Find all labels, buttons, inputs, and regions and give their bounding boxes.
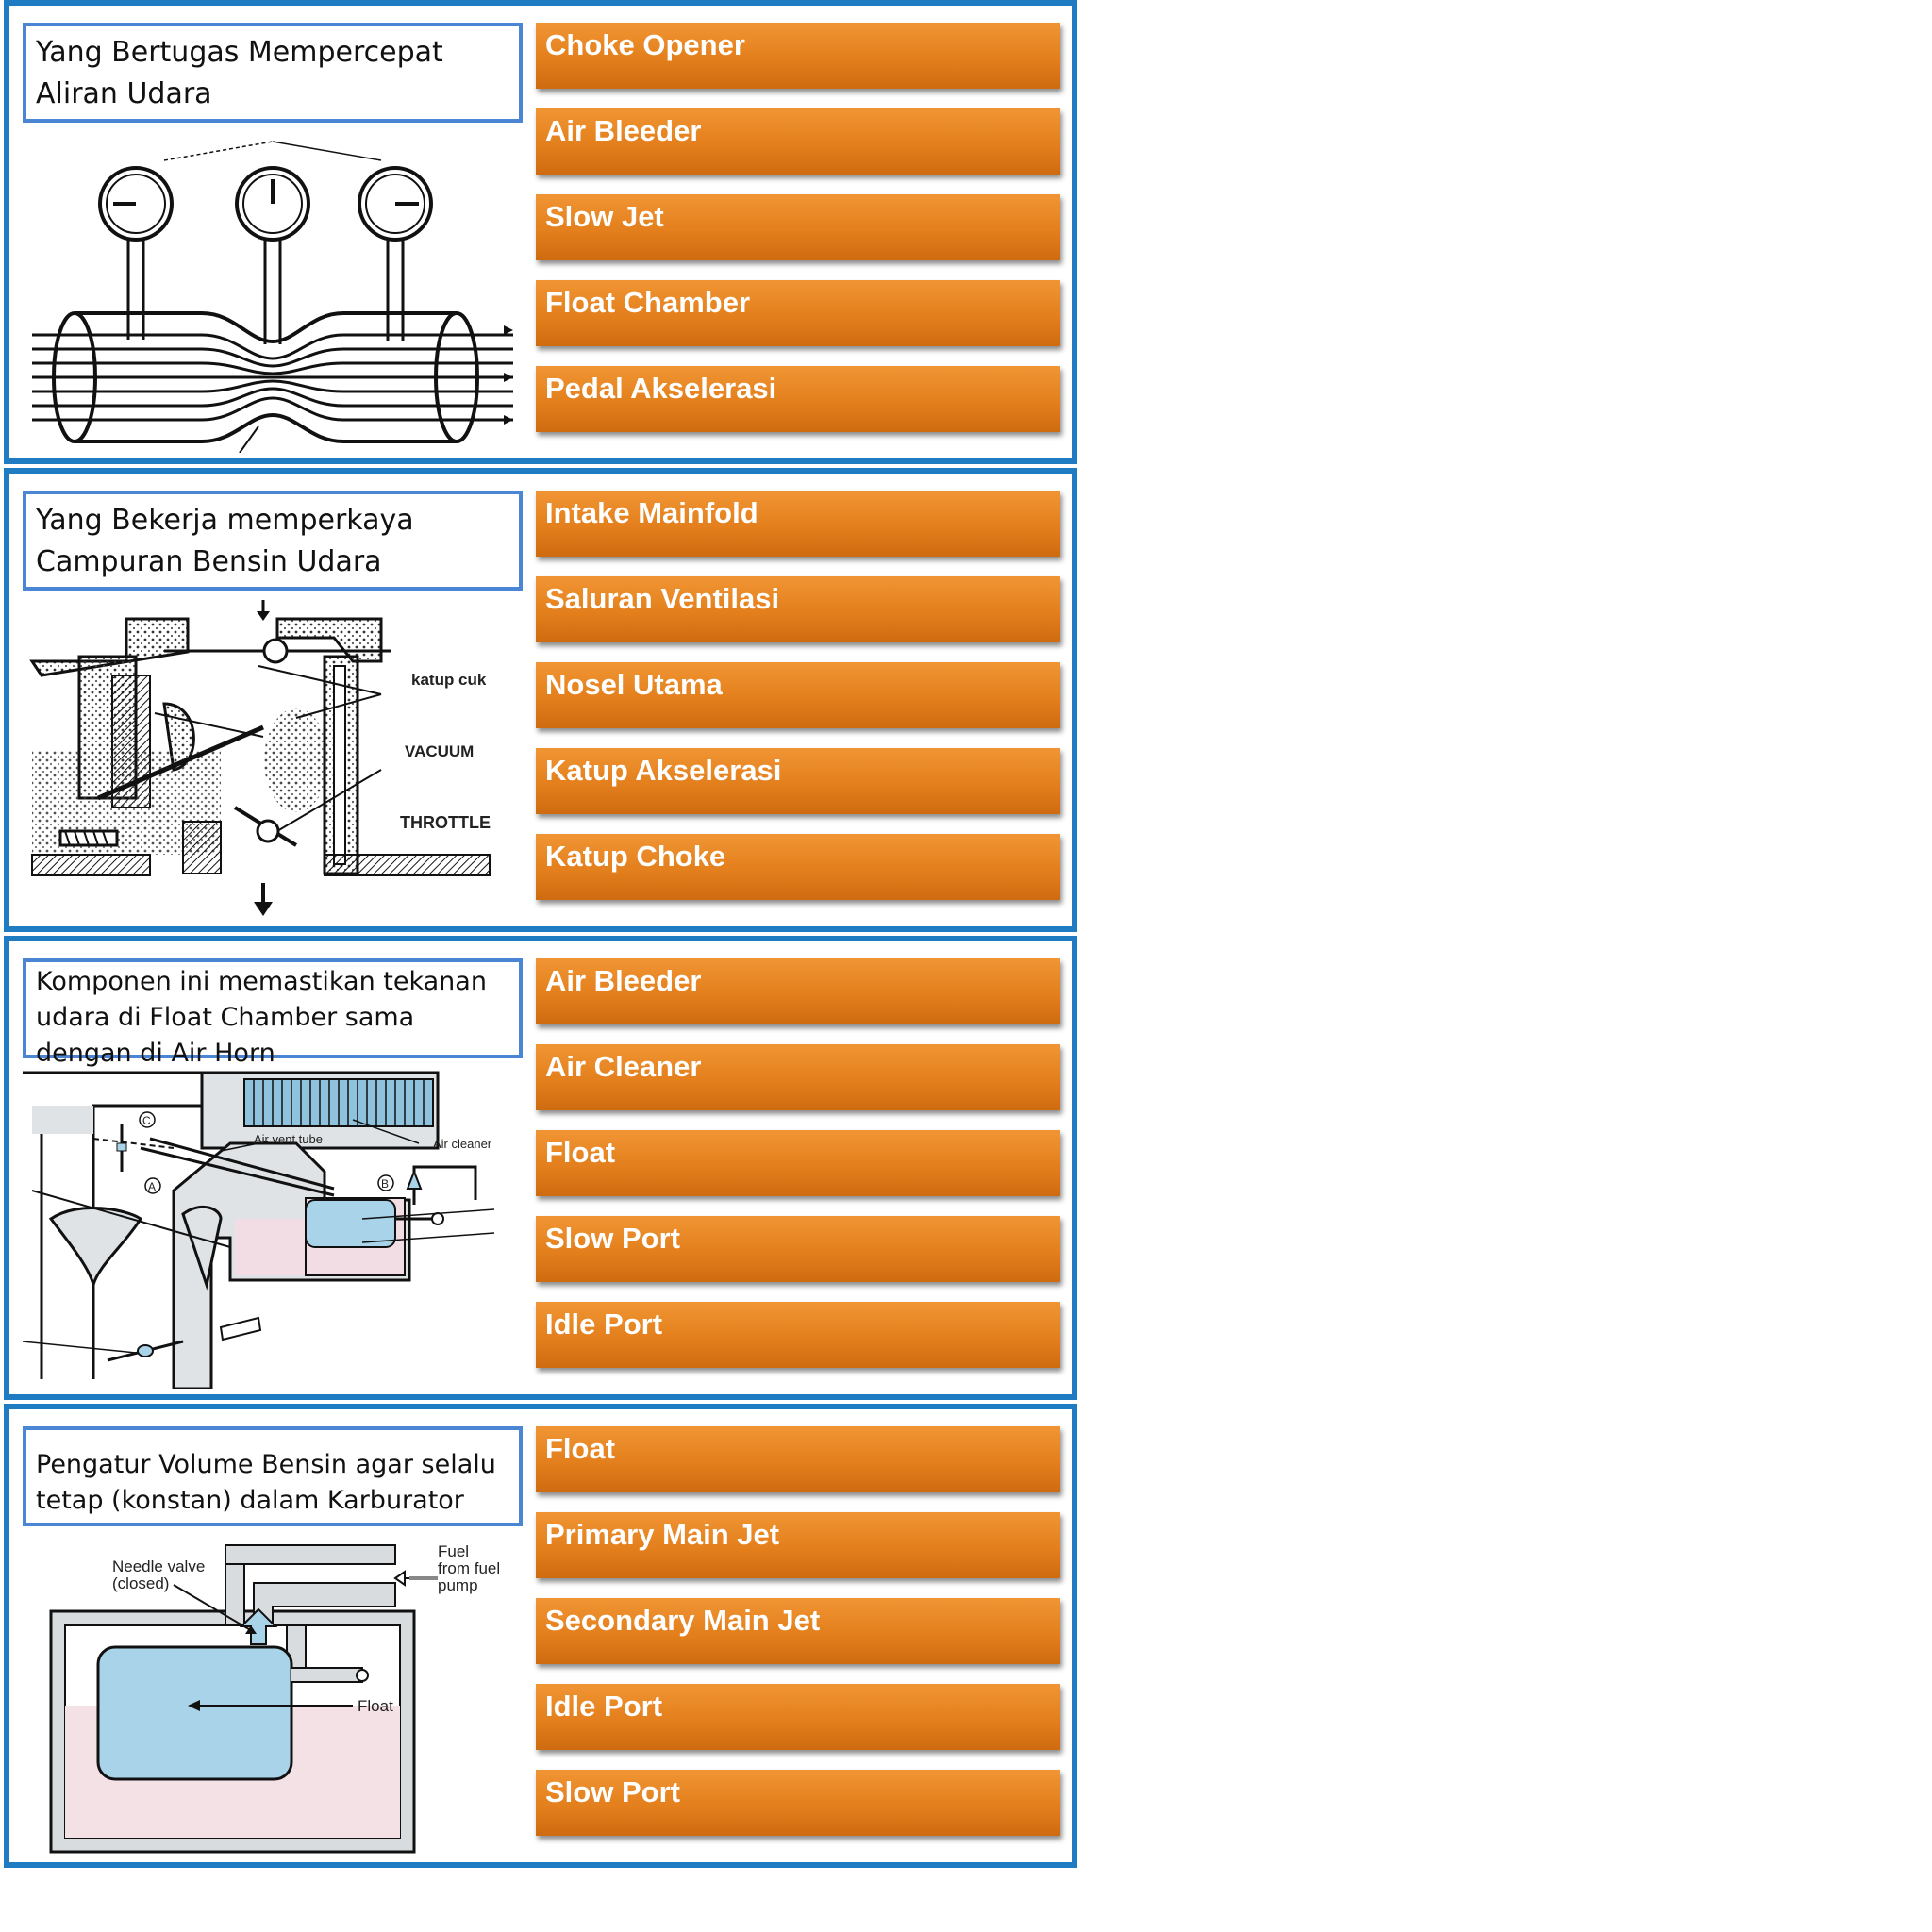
label-needle-valve: Needle valve: [112, 1557, 205, 1575]
carburetor-choke-diagram: katup cuk VACUUM THROTTLE: [29, 600, 491, 916]
answer-option-idle-port[interactable]: Idle Port: [536, 1302, 1060, 1368]
answer-option-slow-jet[interactable]: Slow Jet: [536, 194, 1060, 260]
label-point-b: B: [381, 1177, 389, 1191]
label-float: Float: [358, 1697, 393, 1715]
answer-option-air-bleeder[interactable]: Air Bleeder: [536, 958, 1060, 1024]
question-text-1: Yang Bertugas Mempercepat Aliran Udara: [23, 23, 523, 123]
answer-option-katup-choke[interactable]: Katup Choke: [536, 834, 1060, 900]
answer-option-float[interactable]: Float: [536, 1426, 1060, 1492]
answer-option-float-chamber[interactable]: Float Chamber: [536, 280, 1060, 346]
label-vacuum: VACUUM: [405, 742, 474, 760]
float-chamber-diagram: Needle valve (closed) Fuel from fuel pum…: [49, 1542, 500, 1854]
question-card-3: Komponen ini memastikan tekanan udara di…: [4, 936, 1077, 1400]
label-pump: pump: [438, 1576, 478, 1594]
pressure-gauge-right: [358, 166, 433, 341]
label-air-cleaner: Air cleaner: [433, 1137, 492, 1151]
label-air-vent-tube: Air vent tube: [254, 1132, 323, 1146]
pressure-gauge-center: [235, 166, 310, 344]
answer-option-float[interactable]: Float: [536, 1130, 1060, 1196]
answer-option-pedal-akselerasi[interactable]: Pedal Akselerasi: [536, 366, 1060, 432]
label-needle-valve-closed: (closed): [112, 1574, 169, 1592]
answer-option-saluran-ventilasi[interactable]: Saluran Ventilasi: [536, 576, 1060, 642]
answer-option-slow-port[interactable]: Slow Port: [536, 1216, 1060, 1282]
question-card-4: Pengatur Volume Bensin agar selalu tetap…: [4, 1404, 1077, 1868]
answer-option-idle-port[interactable]: Idle Port: [536, 1684, 1060, 1750]
answer-option-nosel-utama[interactable]: Nosel Utama: [536, 662, 1060, 728]
air-vent-diagram: Air vent tube Air cleaner C A B: [23, 1068, 523, 1389]
label-point-a: A: [148, 1180, 156, 1193]
answer-option-secondary-main-jet[interactable]: Secondary Main Jet: [536, 1598, 1060, 1664]
answer-option-katup-akselerasi[interactable]: Katup Akselerasi: [536, 748, 1060, 814]
question-card-2: Yang Bekerja memperkaya Campuran Bensin …: [4, 468, 1077, 932]
answer-option-intake-mainfold[interactable]: Intake Mainfold: [536, 491, 1060, 557]
answer-option-primary-main-jet[interactable]: Primary Main Jet: [536, 1512, 1060, 1578]
question-text-4: Pengatur Volume Bensin agar selalu tetap…: [23, 1426, 523, 1526]
label-fuel: Fuel: [438, 1542, 469, 1560]
label-throttle: THROTTLE: [400, 813, 491, 832]
answer-option-slow-port[interactable]: Slow Port: [536, 1770, 1060, 1836]
answer-option-air-cleaner[interactable]: Air Cleaner: [536, 1044, 1060, 1110]
venturi-diagram: [32, 141, 513, 453]
venturi-tube: [32, 311, 513, 453]
question-text-3: Komponen ini memastikan tekanan udara di…: [23, 958, 523, 1068]
question-card-1: Yang Bertugas Mempercepat Aliran Udara C…: [4, 0, 1077, 464]
label-katup-cuk: katup cuk: [411, 671, 487, 689]
question-text-2: Yang Bekerja memperkaya Campuran Bensin …: [23, 491, 523, 591]
answer-option-choke-opener[interactable]: Choke Opener: [536, 23, 1060, 89]
label-from-fuel: from fuel: [438, 1559, 500, 1577]
answer-option-air-bleeder[interactable]: Air Bleeder: [536, 108, 1060, 175]
label-point-c: C: [142, 1114, 151, 1127]
